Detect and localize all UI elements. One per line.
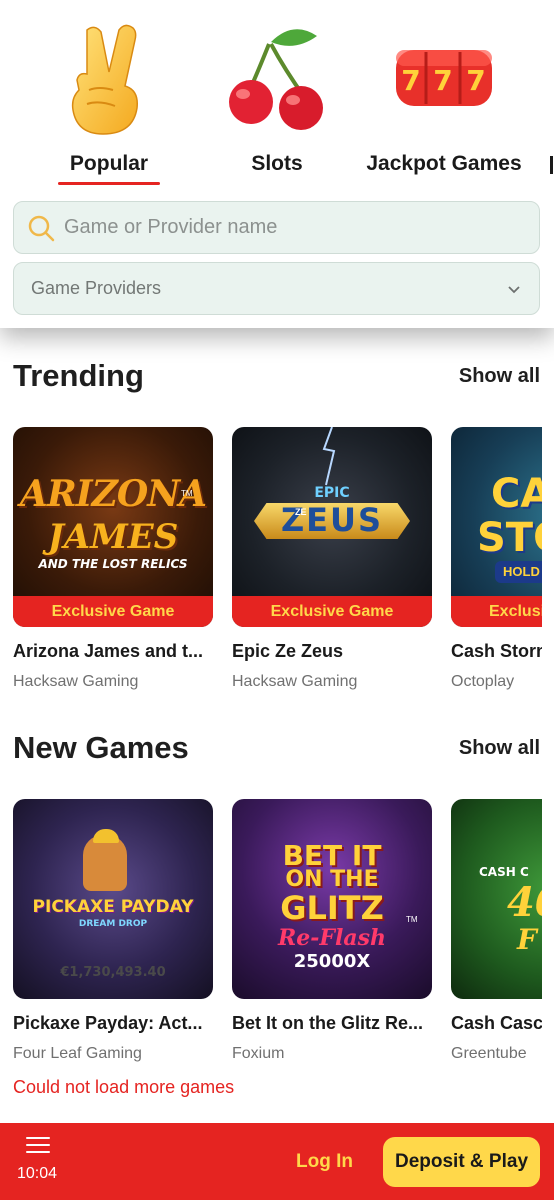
section-title-trending: Trending	[13, 358, 144, 393]
deposit-and-play-button[interactable]: Deposit & Play	[383, 1137, 540, 1187]
tab-label: Slots	[251, 152, 303, 175]
tab-label: Jackpot Games	[366, 152, 522, 175]
game-card[interactable]: BET IT ON THE GLITZ TM Re-Flash 25000X B…	[232, 799, 432, 1069]
game-thumbnail[interactable]: ARIZONA JAMES AND THE LOST RELICS TM Exc…	[13, 427, 213, 627]
game-card[interactable]: CA STO HOLD Exclusive Game Cash Storm Oc…	[451, 427, 542, 697]
game-provider: Foxium	[232, 1045, 285, 1062]
exclusive-badge: Exclusive Game	[232, 596, 432, 627]
slot-reel-777-icon: 7 7 7	[396, 50, 492, 106]
game-provider: Hacksaw Gaming	[13, 673, 139, 690]
art-title: STO	[477, 515, 542, 561]
game-thumbnail[interactable]: PICKAXE PAYDAY DREAM DROP €1,730,493.40	[13, 799, 213, 999]
game-name[interactable]: Arizona James and t...	[13, 641, 213, 662]
game-thumbnail[interactable]: BET IT ON THE GLITZ TM Re-Flash 25000X	[232, 799, 432, 999]
art-multiplier: 25000X	[293, 951, 371, 972]
art-title: PICKAXE PAYDAY	[32, 897, 194, 917]
art-jackpot-value: €1,730,493.40	[60, 965, 166, 980]
game-thumbnail[interactable]: CA STO HOLD Exclusive Game	[451, 427, 542, 627]
game-providers-select[interactable]: Game Providers	[13, 262, 540, 315]
cherries-icon	[229, 29, 323, 130]
art-title: CASH C	[479, 865, 529, 879]
trademark-mark: TM	[406, 915, 418, 924]
exclusive-badge: Exclusive Game	[451, 596, 542, 627]
art-subtitle: Re-Flash	[277, 925, 387, 951]
game-provider: Hacksaw Gaming	[232, 673, 358, 690]
art-title: ZEUS	[280, 501, 384, 539]
category-header: Popular Slots 7 7 7 Jackpot Games Game o…	[0, 0, 554, 328]
miner-figure	[83, 835, 127, 891]
exclusive-badge: Exclusive Game	[13, 596, 213, 627]
game-card[interactable]: EPIC ZEUS ZE Exclusive Game Epic Ze Zeus…	[232, 427, 432, 697]
art-small-text: ZE	[295, 507, 307, 517]
art-title: 40	[507, 879, 542, 926]
svg-text:7: 7	[401, 64, 420, 97]
section-title-new-games: New Games	[13, 730, 189, 765]
art-title: CA	[491, 471, 542, 517]
game-thumbnail[interactable]: EPIC ZEUS ZE Exclusive Game	[232, 427, 432, 627]
lightning-icon	[322, 427, 336, 486]
search-field[interactable]	[13, 201, 540, 254]
game-provider: Greentube	[451, 1045, 527, 1062]
tab-label: Popular	[69, 152, 149, 175]
svg-text:7: 7	[466, 64, 485, 97]
tab-popular[interactable]: Popular	[24, 0, 194, 190]
login-button[interactable]: Log In	[296, 1151, 353, 1173]
peace-hand-icon	[71, 24, 138, 135]
tab-jackpot-games[interactable]: 7 7 7 Jackpot Games	[359, 0, 529, 190]
search-input[interactable]	[64, 202, 524, 252]
art-title: EPIC	[314, 485, 350, 501]
hamburger-menu-icon[interactable]	[26, 1137, 50, 1155]
art-subtitle: DREAM DROP	[78, 919, 148, 929]
tab-slots[interactable]: Slots	[192, 0, 362, 190]
game-name[interactable]: Bet It on the Glitz Re...	[232, 1013, 432, 1034]
chevron-down-icon	[508, 286, 520, 294]
show-all-new-games-link[interactable]: Show all	[459, 737, 540, 760]
game-card[interactable]: PICKAXE PAYDAY DREAM DROP €1,730,493.40 …	[13, 799, 213, 1069]
miner-helmet	[93, 829, 119, 843]
category-tabs: Popular Slots 7 7 7 Jackpot Games	[0, 0, 554, 195]
select-label: Game Providers	[31, 278, 162, 298]
trademark-mark: TM	[181, 489, 193, 498]
bottom-bar: 10:04 Log In Deposit & Play	[0, 1123, 554, 1200]
art-subtitle: HOLD	[495, 561, 542, 583]
search-icon	[28, 215, 55, 242]
svg-text:7: 7	[433, 64, 452, 97]
art-title: JAMES	[47, 517, 179, 557]
game-provider: Four Leaf Gaming	[13, 1045, 142, 1062]
load-error-message: Could not load more games	[13, 1077, 235, 1097]
art-title: F	[517, 923, 537, 956]
game-provider: Octoplay	[451, 673, 515, 690]
game-thumbnail[interactable]: CASH C 40 F	[451, 799, 542, 999]
art-subtitle: AND THE LOST RELICS	[38, 557, 188, 571]
game-card[interactable]: CASH C 40 F Cash Cascade Greentube	[451, 799, 542, 1069]
clock: 10:04	[17, 1165, 58, 1182]
game-name[interactable]: Pickaxe Payday: Act...	[13, 1013, 213, 1034]
active-tab-indicator	[58, 182, 160, 185]
game-card[interactable]: ARIZONA JAMES AND THE LOST RELICS TM Exc…	[13, 427, 213, 697]
show-all-trending-link[interactable]: Show all	[459, 365, 540, 388]
game-name[interactable]: Cash Storm	[451, 641, 542, 662]
game-name[interactable]: Epic Ze Zeus	[232, 641, 432, 662]
next-tab-peek[interactable]	[550, 156, 553, 174]
game-name[interactable]: Cash Cascade	[451, 1013, 542, 1034]
art-title: GLITZ	[280, 889, 384, 927]
